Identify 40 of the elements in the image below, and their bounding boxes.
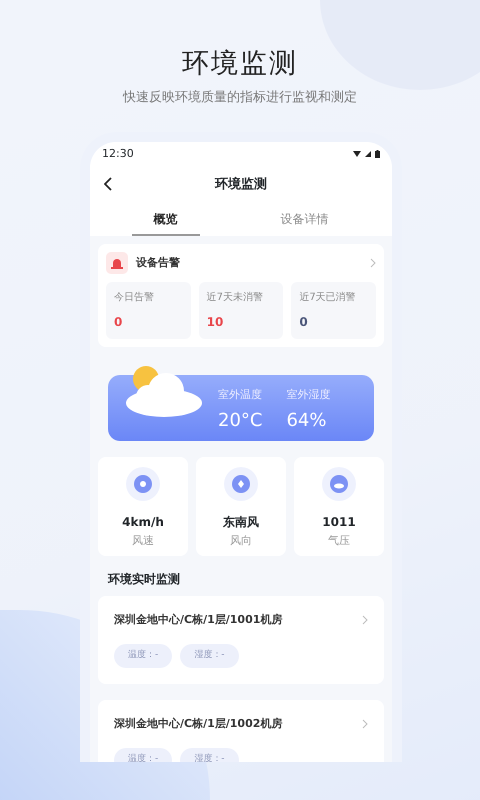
signal-icon (365, 151, 371, 158)
room-name: 深圳金地中心/C栋/1层/1002机房 (114, 716, 282, 732)
chevron-right-icon (362, 615, 368, 626)
tab[interactable]: 设备详情 (258, 206, 350, 236)
wifi-icon (353, 151, 361, 158)
nav-title: 环境监测 (215, 176, 267, 194)
weather-label: 室外湿度 (286, 387, 330, 404)
alarm-card-title: 设备告警 (136, 255, 181, 272)
sun-icon (126, 467, 160, 502)
room-card[interactable]: 深圳金地中心/C栋/1层/1001机房 温度：- 湿度：- (98, 596, 384, 684)
metric-label: 风速 (131, 533, 155, 550)
metric-value: 1011 (321, 514, 357, 532)
tab[interactable]: 概览 (132, 206, 200, 236)
fan-icon (224, 467, 258, 502)
weather-label: 室外温度 (218, 387, 262, 404)
stat-label: 今日告警 (114, 290, 155, 306)
stat-value: 10 (206, 314, 224, 332)
alarm-light-icon (106, 252, 128, 274)
chevron-right-icon (362, 719, 368, 730)
page-headline: 环境监测 (182, 48, 298, 80)
cloud-icon (322, 467, 356, 502)
section-title: 环境实时监测 (108, 570, 181, 588)
chevron-right-icon (370, 258, 376, 268)
weather-value: 20°C (218, 408, 262, 433)
stat-label: 近7天未消警 (206, 290, 264, 306)
weather-value: 64% (286, 408, 328, 433)
metric-label: 气压 (327, 533, 351, 550)
back-icon[interactable] (104, 177, 112, 192)
status-time: 12:30 (102, 146, 134, 162)
battery-icon (375, 150, 380, 158)
metric-value: 东南风 (222, 514, 260, 532)
reading-tag: 温度：- (114, 644, 172, 668)
stat-value: 0 (114, 314, 124, 332)
room-name: 深圳金地中心/C栋/1层/1001机房 (114, 612, 282, 628)
page-subtitle: 快速反映环境质量的指标进行监视和测定 (123, 89, 357, 108)
stat-label: 近7天已消警 (299, 290, 357, 306)
reading-tag: 湿度：- (180, 644, 238, 668)
metric-label: 风向 (229, 533, 253, 550)
metric-value: 4km/h (121, 514, 165, 532)
stat-value: 0 (299, 314, 309, 332)
